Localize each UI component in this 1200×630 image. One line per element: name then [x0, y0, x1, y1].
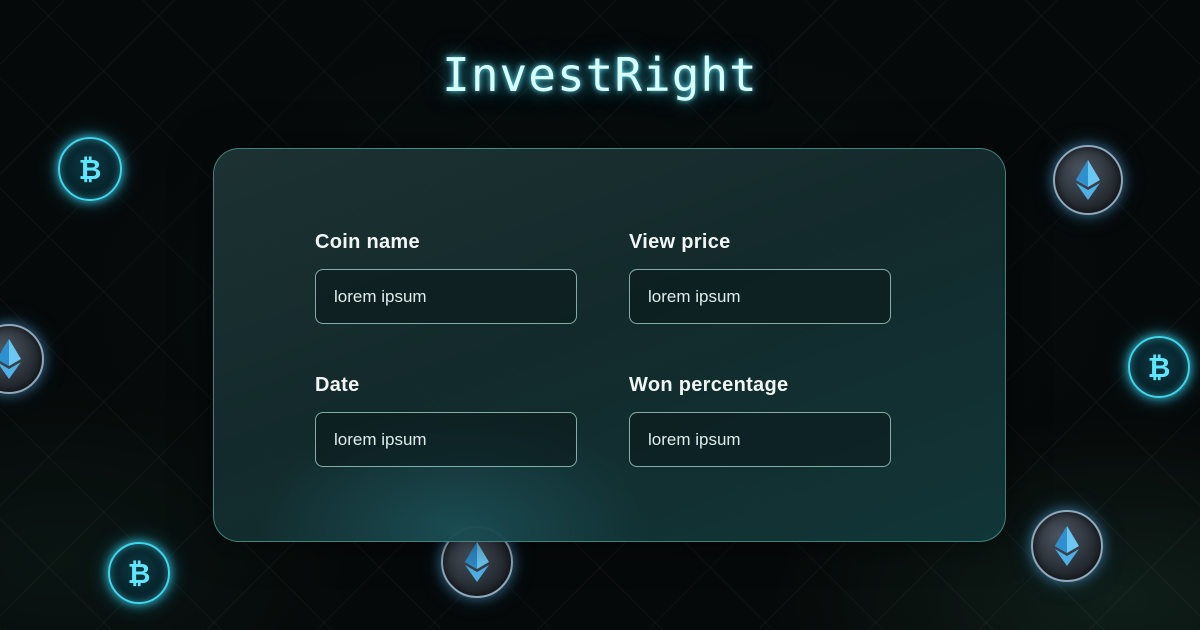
view-price-label: View price	[629, 231, 731, 253]
date-field: Date	[315, 374, 577, 467]
svg-text:₿: ₿	[79, 153, 102, 186]
ethereum-icon	[1031, 510, 1103, 582]
coin-name-label: Coin name	[315, 231, 420, 253]
won-percentage-field: Won percentage	[629, 374, 891, 467]
bitcoin-icon: ₿	[1128, 336, 1190, 398]
view-price-field: View price	[629, 231, 891, 324]
bitcoin-icon: ₿	[108, 542, 170, 604]
date-input[interactable]	[315, 412, 577, 467]
svg-text:₿: ₿	[128, 557, 151, 590]
date-label: Date	[315, 374, 360, 396]
coin-name-input[interactable]	[315, 269, 577, 324]
bitcoin-icon: ₿	[58, 137, 122, 201]
ethereum-icon	[0, 324, 44, 394]
ethereum-icon	[1053, 145, 1123, 215]
won-percentage-label: Won percentage	[629, 374, 789, 396]
svg-text:₿: ₿	[1148, 351, 1171, 384]
won-percentage-input[interactable]	[629, 412, 891, 467]
brand-logo: InvestRight	[442, 48, 758, 102]
coin-name-field: Coin name	[315, 231, 577, 324]
form-card: Coin name View price Date Won percentage	[213, 148, 1006, 542]
view-price-input[interactable]	[629, 269, 891, 324]
